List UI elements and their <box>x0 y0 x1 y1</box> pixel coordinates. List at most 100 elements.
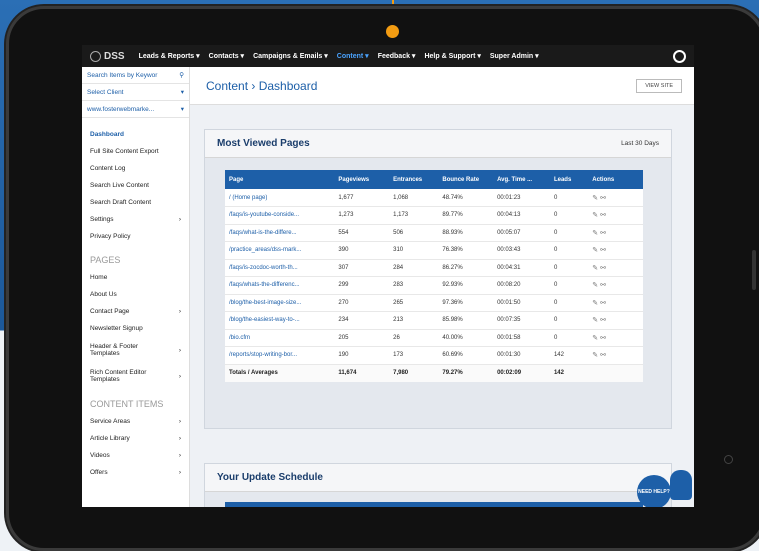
table-cell: 0 <box>549 276 589 295</box>
page-link[interactable]: /faqs/is-zocdoc-worth-th... <box>225 259 335 277</box>
edit-icon[interactable]: ✎ <box>592 282 600 289</box>
link-icon[interactable]: ⚯ <box>600 335 608 342</box>
page-link[interactable]: /bio.cfm <box>225 329 335 347</box>
table-cell: 307 <box>334 259 390 277</box>
view-site-button[interactable]: VIEW SITE <box>636 78 682 93</box>
need-help-button[interactable]: NEED HELP? <box>637 475 671 507</box>
edit-icon[interactable]: ✎ <box>592 195 600 202</box>
table-row: /practice_areas/dss-mark... 390 310 76.38% 0… <box>225 241 643 260</box>
nav-feedback[interactable]: Feedback ▾ <box>378 52 416 60</box>
chevron-right-icon: › <box>178 346 181 354</box>
select-client-dropdown[interactable]: Select Client ▾ <box>82 84 189 101</box>
table-row: /faqs/is-youtube-conside... 1,273 1,173 89.… <box>225 206 643 225</box>
sidebar-item-offers[interactable]: Offers › <box>82 464 189 481</box>
sidebar-item-about-us[interactable]: About Us <box>82 286 189 303</box>
table-cell: 190 <box>334 346 390 365</box>
sidebar-item-label: Privacy Policy <box>90 233 131 240</box>
sidebar-item-dashboard[interactable]: Dashboard <box>82 126 189 143</box>
page-link[interactable]: /faqs/whats-the-differenc... <box>225 276 335 295</box>
edit-icon[interactable]: ✎ <box>592 317 600 324</box>
table-cell: 26 <box>389 329 439 347</box>
sidebar-item-content-log[interactable]: Content Log <box>82 160 189 177</box>
sidebar-item-home[interactable]: Home <box>82 269 189 286</box>
table-cell: 00:04:31 <box>493 259 550 277</box>
sidebar-item-label: Videos <box>90 452 110 459</box>
sidebar-item-settings[interactable]: Settings › <box>82 211 189 228</box>
link-icon[interactable]: ⚯ <box>600 282 608 289</box>
sidebar-item-search-live[interactable]: Search Live Content <box>82 177 189 194</box>
sidebar-item-label: Settings <box>90 216 114 223</box>
link-icon[interactable]: ⚯ <box>600 300 608 307</box>
link-icon[interactable]: ⚯ <box>600 212 608 219</box>
site-dropdown[interactable]: www.fosterwebmarke... ▾ <box>82 101 189 118</box>
edit-icon[interactable]: ✎ <box>592 212 600 219</box>
page-link[interactable]: /practice_areas/dss-mark... <box>225 241 335 260</box>
table-cell: 0 <box>549 259 589 277</box>
table-cell: 0 <box>549 189 589 207</box>
edit-icon[interactable]: ✎ <box>592 300 600 307</box>
table-cell: 554 <box>334 224 390 242</box>
table-cell: 213 <box>389 311 439 330</box>
nav-content[interactable]: Content ▾ <box>337 52 369 60</box>
link-icon[interactable]: ⚯ <box>600 265 608 272</box>
nav-leads-reports[interactable]: Leads & Reports ▾ <box>139 52 200 60</box>
page-link[interactable]: /blog/the-best-image-size... <box>225 294 335 312</box>
sidebar-item-service-areas[interactable]: Service Areas › <box>82 413 189 430</box>
row-actions: ✎⚯ <box>588 346 643 365</box>
nav-super-admin[interactable]: Super Admin ▾ <box>490 52 539 60</box>
breadcrumb: Content › Dashboard <box>206 78 318 93</box>
edit-icon[interactable]: ✎ <box>592 230 600 237</box>
edit-icon[interactable]: ✎ <box>592 247 600 254</box>
link-icon[interactable]: ⚯ <box>600 230 608 237</box>
link-icon[interactable]: ⚯ <box>600 352 608 359</box>
sidebar-item-rich-content[interactable]: Rich Content Editor Templates › <box>82 363 189 389</box>
row-actions: ✎⚯ <box>588 294 643 312</box>
page-link[interactable]: /faqs/what-is-the-differe... <box>225 224 335 242</box>
page-link[interactable]: / (Home page) <box>225 189 335 207</box>
table-row: /faqs/whats-the-differenc... 299 283 92.93%… <box>225 276 643 295</box>
sidebar-item-article-library[interactable]: Article Library › <box>82 430 189 447</box>
column-header[interactable]: Actions <box>588 170 643 189</box>
column-header[interactable]: Pageviews <box>334 170 390 189</box>
pages-heading: PAGES <box>90 255 121 265</box>
tablet-side-button <box>752 250 756 290</box>
edit-icon[interactable]: ✎ <box>592 265 600 272</box>
edit-icon[interactable]: ✎ <box>592 352 600 359</box>
nav-contacts[interactable]: Contacts ▾ <box>209 52 244 60</box>
user-menu-icon[interactable] <box>673 49 686 63</box>
column-header[interactable]: Bounce Rate <box>438 170 494 189</box>
sidebar-item-search-draft[interactable]: Search Draft Content <box>82 194 189 211</box>
panel-title: Your Update Schedule <box>217 472 323 483</box>
chevron-down-icon: ▾ <box>180 89 184 96</box>
nav-help-support[interactable]: Help & Support ▾ <box>424 52 480 60</box>
sidebar-item-newsletter-signup[interactable]: Newsletter Signup <box>82 320 189 337</box>
link-icon[interactable]: ⚯ <box>600 247 608 254</box>
sidebar-item-header-footer[interactable]: Header & Footer Templates › <box>82 337 189 363</box>
page-link[interactable]: /faqs/is-youtube-conside... <box>225 206 335 225</box>
sidebar-item-label: Header & Footer Templates <box>90 343 139 357</box>
sidebar-item-contact-page[interactable]: Contact Page › <box>82 303 189 320</box>
table-cell: 85.98% <box>438 311 494 330</box>
schedule-table-header <box>225 502 643 507</box>
column-header[interactable]: Entrances <box>389 170 439 189</box>
sidebar: Search Items by Keywor ⚲ Select Client ▾… <box>82 67 190 507</box>
totals-cell <box>588 364 643 382</box>
sidebar-item-videos[interactable]: Videos › <box>82 447 189 464</box>
date-range: Last 30 Days <box>621 140 659 147</box>
sidebar-item-full-export[interactable]: Full Site Content Export <box>82 143 189 160</box>
page-link[interactable]: /reports/stop-writing-bor... <box>225 346 335 365</box>
link-icon[interactable]: ⚯ <box>600 195 608 202</box>
table-cell: 0 <box>549 224 589 242</box>
link-icon[interactable]: ⚯ <box>600 317 608 324</box>
table-cell: 299 <box>334 276 390 295</box>
column-header[interactable]: Leads <box>549 170 589 189</box>
nav-campaigns-emails[interactable]: Campaigns & Emails ▾ <box>253 52 328 60</box>
sidebar-item-privacy-policy[interactable]: Privacy Policy <box>82 228 189 245</box>
select-client-label: Select Client <box>87 88 124 96</box>
column-header[interactable]: Page <box>225 170 335 189</box>
column-header[interactable]: Avg. Time ... <box>493 170 550 189</box>
edit-icon[interactable]: ✎ <box>592 335 600 342</box>
logo[interactable]: DSS <box>90 50 125 62</box>
sidebar-search-input[interactable]: Search Items by Keywor ⚲ <box>82 67 189 84</box>
page-link[interactable]: /blog/the-easiest-way-to-... <box>225 311 335 330</box>
